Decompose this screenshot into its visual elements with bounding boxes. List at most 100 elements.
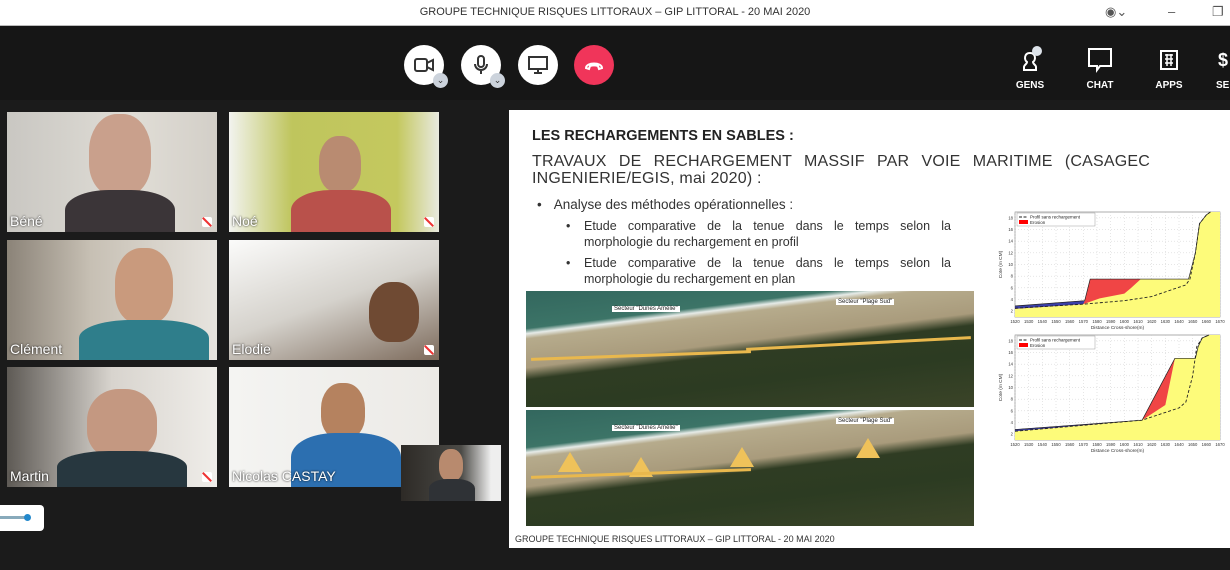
slide-title: LES RECHARGEMENTS EN SABLES :: [532, 128, 794, 144]
phone-hangup-icon: [584, 62, 604, 71]
recharge-zone: [856, 438, 880, 458]
y-tick-label: 4: [1011, 297, 1014, 302]
people-button[interactable]: GENS: [1000, 42, 1060, 96]
chat-label: CHAT: [1086, 80, 1114, 91]
x-tick-label: 1560: [1065, 442, 1075, 447]
legend-label: Erosion: [1030, 343, 1046, 348]
people-label: GENS: [1015, 80, 1045, 91]
slide-footer: GROUPE TECHNIQUE RISQUES LITTORAUX – GIP…: [515, 534, 835, 544]
y-tick-label: 6: [1011, 285, 1014, 290]
y-tick-label: 10: [1008, 262, 1013, 267]
aerial-map-plan: Secteur "Dunes Amélie" Secteur "Plage Su…: [526, 410, 974, 526]
participant-video: [79, 320, 209, 360]
y-tick-label: 18: [1008, 215, 1013, 220]
participant-video: [65, 190, 175, 232]
screen-icon: [528, 56, 548, 74]
settings-button[interactable]: $ SE: [1200, 42, 1230, 96]
restore-button[interactable]: ❐: [1212, 4, 1224, 20]
share-screen-button[interactable]: [518, 45, 558, 85]
x-tick-label: 1670: [1215, 442, 1225, 447]
participant-name: Martin: [10, 468, 49, 484]
x-tick-label: 1580: [1092, 319, 1102, 324]
map-label: Secteur "Plage Sud": [836, 418, 895, 424]
legend-swatch: [1019, 220, 1028, 224]
x-axis-label: Distance Cross-shore(m): [1091, 325, 1145, 331]
chevron-down-icon[interactable]: ⌄: [490, 73, 505, 88]
participant-name: Nicolas CASTAY: [232, 468, 336, 484]
mic-muted-icon: [202, 217, 212, 227]
slide-bullet: Analyse des méthodes opérationnelles :: [537, 197, 793, 212]
hang-up-button[interactable]: [574, 45, 614, 85]
y-tick-label: 14: [1008, 239, 1013, 244]
y-tick-label: 6: [1011, 408, 1014, 413]
participant-name: Clément: [10, 341, 63, 357]
participant-video: [321, 383, 365, 439]
x-tick-label: 1660: [1202, 319, 1212, 324]
x-tick-label: 1600: [1120, 319, 1130, 324]
x-tick-label: 1670: [1215, 319, 1225, 324]
x-tick-label: 1640: [1174, 319, 1184, 324]
x-tick-label: 1630: [1161, 319, 1171, 324]
x-tick-label: 1580: [1092, 442, 1102, 447]
recharge-zone: [531, 350, 751, 361]
profile-chart-1: 1520 1530 1540 1550 1560 1570 1580 1590 1600 1610…: [998, 211, 1225, 331]
camera-button[interactable]: ⌄: [404, 45, 448, 88]
y-tick-label: 12: [1008, 373, 1013, 378]
participant-video: [115, 248, 173, 324]
apps-label: APPS: [1155, 80, 1183, 91]
legend-label: Erosion: [1030, 220, 1046, 225]
minimize-button[interactable]: –: [1168, 4, 1175, 19]
x-tick-label: 1540: [1038, 442, 1048, 447]
apps-button[interactable]: APPS: [1139, 42, 1199, 96]
self-view-video: [439, 449, 463, 481]
participant-tile[interactable]: Noé: [229, 112, 439, 232]
y-axis-label: Cote (m CM): [998, 250, 1004, 278]
chevron-down-icon[interactable]: ⌄: [433, 73, 448, 88]
self-view-video[interactable]: [401, 445, 501, 501]
x-tick-label: 1550: [1051, 442, 1061, 447]
microphone-button[interactable]: ⌄: [461, 45, 505, 88]
slide-subbullet: Etude comparative de la tenue dans le te…: [566, 218, 951, 250]
bullet-text: Analyse des méthodes opérationnelles :: [553, 197, 794, 212]
y-tick-label: 16: [1008, 227, 1013, 232]
x-tick-label: 1650: [1188, 319, 1198, 324]
participant-video: [291, 190, 391, 232]
x-tick-label: 1550: [1051, 319, 1061, 324]
participant-tile[interactable]: Clément: [7, 240, 217, 360]
x-axis-label: Distance Cross-shore(m): [1091, 448, 1145, 454]
y-tick-label: 2: [1011, 432, 1014, 437]
x-tick-label: 1540: [1038, 319, 1048, 324]
participant-video: [87, 389, 157, 459]
x-tick-label: 1520: [1010, 319, 1020, 324]
y-tick-label: 8: [1011, 274, 1014, 279]
participant-name: Béné: [10, 213, 43, 229]
volume-slider[interactable]: [0, 505, 44, 531]
x-tick-label: 1660: [1202, 442, 1212, 447]
y-tick-label: 14: [1008, 362, 1013, 367]
x-tick-label: 1530: [1024, 319, 1034, 324]
map-label: Secteur "Plage Sud": [836, 299, 895, 305]
account-icon[interactable]: ◉⌄: [1105, 4, 1127, 20]
map-label: Secteur "Dunes Amélie": [612, 306, 680, 312]
y-tick-label: 18: [1008, 338, 1013, 343]
participant-tile[interactable]: Béné: [7, 112, 217, 232]
mic-muted-icon: [202, 472, 212, 482]
x-tick-label: 1590: [1106, 442, 1116, 447]
x-tick-label: 1620: [1147, 319, 1157, 324]
participant-video: [89, 114, 151, 196]
recharge-zone: [558, 452, 582, 472]
participant-video: [319, 136, 361, 192]
x-tick-label: 1650: [1188, 442, 1198, 447]
svg-text:$: $: [1218, 50, 1228, 70]
y-tick-label: 4: [1011, 420, 1014, 425]
shared-slide: LES RECHARGEMENTS EN SABLES : TRAVAUX DE…: [509, 110, 1230, 548]
slider-handle[interactable]: [24, 514, 31, 521]
mic-muted-icon: [424, 217, 434, 227]
chat-button[interactable]: CHAT: [1070, 42, 1130, 96]
y-tick-label: 12: [1008, 250, 1013, 255]
slide-subtitle: TRAVAUX DE RECHARGEMENT MASSIF PAR VOIE …: [532, 153, 1150, 187]
y-tick-label: 8: [1011, 397, 1014, 402]
participant-tile[interactable]: Elodie: [229, 240, 439, 360]
participant-tile[interactable]: Martin: [7, 367, 217, 487]
profile-chart-2: 1520 1530 1540 1550 1560 1570 1580 1590 1600 1610…: [998, 334, 1225, 454]
